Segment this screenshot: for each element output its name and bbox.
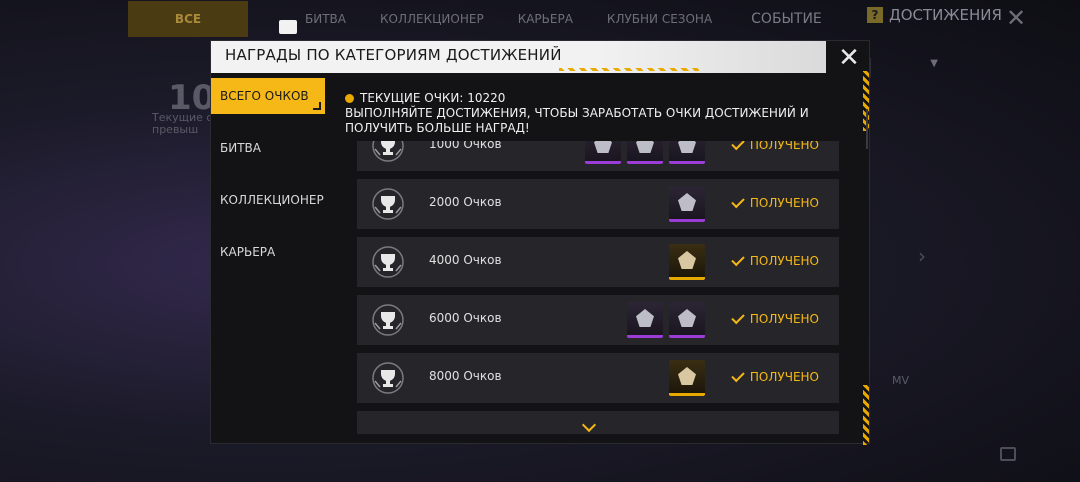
reward-item-icon[interactable] [669,360,705,396]
received-label: ПОЛУЧЕНО [749,254,819,268]
reward-row: 8000 Очков ПОЛУЧЕНО [357,353,839,403]
bg-next-arrow-icon[interactable]: › [918,244,926,268]
points-info: ТЕКУЩИЕ ОЧКИ: 10220 ВЫПОЛНЯЙТЕ ДОСТИЖЕНИ… [345,91,845,136]
checkmark-icon [731,252,745,266]
modal-header: НАГРАДЫ ПО КАТЕГОРИЯМ ДОСТИЖЕНИЙ [211,41,826,73]
received-label: ПОЛУЧЕНО [749,141,819,152]
trophy-icon [371,303,405,337]
sidebar-item-battle[interactable]: БИТВА [211,122,325,174]
bg-tab-all[interactable]: ВСЕ [128,1,248,37]
rewards-list[interactable]: 1000 Очков ПОЛУЧЕНО 2000 Очков ПОЛУЧЕНО 4000… [357,141,841,434]
modal-title: НАГРАДЫ ПО КАТЕГОРИЯМ ДОСТИЖЕНИЙ [225,46,562,64]
reward-points-label: 1000 Очков [429,141,502,151]
bg-points-caption: Текущие о превыш [152,111,214,136]
reward-row-partial [357,411,839,434]
reward-items [669,244,705,280]
reward-row: 1000 Очков ПОЛУЧЕНО [357,141,839,171]
reward-points-label: 6000 Очков [429,311,502,325]
sidebar-item-collector[interactable]: КОЛЛЕКЦИОНЕР [211,174,325,226]
received-status: ПОЛУЧЕНО [731,194,819,210]
checkmark-icon [731,310,745,324]
category-sidebar: ВСЕГО ОЧКОВ БИТВА КОЛЛЕКЦИОНЕР КАРЬЕРА [211,78,325,278]
help-icon[interactable]: ? [867,7,883,23]
background-tabs: ВСЕ БИТВА КОЛЛЕКЦИОНЕР КАРЬЕРА КЛУБНИ СЕ… [128,0,868,38]
reward-points-label: 8000 Очков [429,369,502,383]
reward-row: 2000 Очков ПОЛУЧЕНО [357,179,839,229]
received-status: ПОЛУЧЕНО [731,141,819,152]
close-button[interactable]: ✕ [833,43,865,75]
bg-tab-event[interactable]: СОБЫТИЕ [751,11,822,27]
received-status: ПОЛУЧЕНО [731,252,819,268]
reward-items [669,360,705,396]
trophy-icon [371,141,405,163]
received-status: ПОЛУЧЕНО [731,310,819,326]
header-stripe [559,68,699,71]
reward-item-icon[interactable] [627,302,663,338]
reward-row: 4000 Очков ПОЛУЧЕНО [357,237,839,287]
received-status: ПОЛУЧЕНО [731,368,819,384]
checkmark-icon [731,368,745,382]
trophy-icon [371,245,405,279]
reward-item-icon[interactable] [669,141,705,164]
achievements-title: ДОСТИЖЕНИЯ [889,6,1002,24]
camera-icon [279,20,297,34]
reward-item-icon[interactable] [669,302,705,338]
checkmark-icon [731,141,745,150]
rewards-modal: НАГРАДЫ ПО КАТЕГОРИЯМ ДОСТИЖЕНИЙ ✕ ВСЕГО… [210,40,870,445]
received-label: ПОЛУЧЕНО [749,370,819,384]
received-label: ПОЛУЧЕНО [749,312,819,326]
bg-tab-career[interactable]: КАРЬЕРА [501,12,590,26]
bg-tab-battle[interactable]: БИТВА [288,12,363,26]
received-label: ПОЛУЧЕНО [749,196,819,210]
trophy-icon [371,361,405,395]
scrollbar[interactable] [866,109,868,149]
checkmark-icon [731,194,745,208]
reward-item-icon[interactable] [585,141,621,164]
bg-close-icon[interactable]: ✕ [1006,4,1026,32]
share-icon[interactable] [1000,447,1016,461]
reward-items [669,186,705,222]
reward-items [585,141,705,164]
description-line-1: ВЫПОЛНЯЙТЕ ДОСТИЖЕНИЯ, ЧТОБЫ ЗАРАБОТАТЬ … [345,106,809,120]
bg-tab-season[interactable]: КЛУБНИ СЕЗОНА [590,12,729,26]
sidebar-item-total-points[interactable]: ВСЕГО ОЧКОВ [211,78,325,114]
trophy-icon [371,187,405,221]
reward-items [627,302,705,338]
current-points: ТЕКУЩИЕ ОЧКИ: 10220 [345,91,845,106]
achievements-header: ? ДОСТИЖЕНИЯ [867,6,1002,24]
reward-points-label: 2000 Очков [429,195,502,209]
bg-tab-collector[interactable]: КОЛЛЕКЦИОНЕР [363,12,501,26]
description-line-2: ПОЛУЧИТЬ БОЛЬШЕ НАГРАД! [345,121,530,135]
corner-stripe-bottom [863,385,869,445]
reward-item-icon[interactable] [669,186,705,222]
points-coin-icon [345,94,354,103]
reward-item-icon[interactable] [669,244,705,280]
bg-dropdown[interactable]: ▼ [870,58,946,78]
sidebar-item-career[interactable]: КАРЬЕРА [211,226,325,278]
bg-mvp-label: MV [892,374,910,387]
reward-item-icon[interactable] [627,141,663,164]
reward-row: 6000 Очков ПОЛУЧЕНО [357,295,839,345]
reward-points-label: 4000 Очков [429,253,502,267]
